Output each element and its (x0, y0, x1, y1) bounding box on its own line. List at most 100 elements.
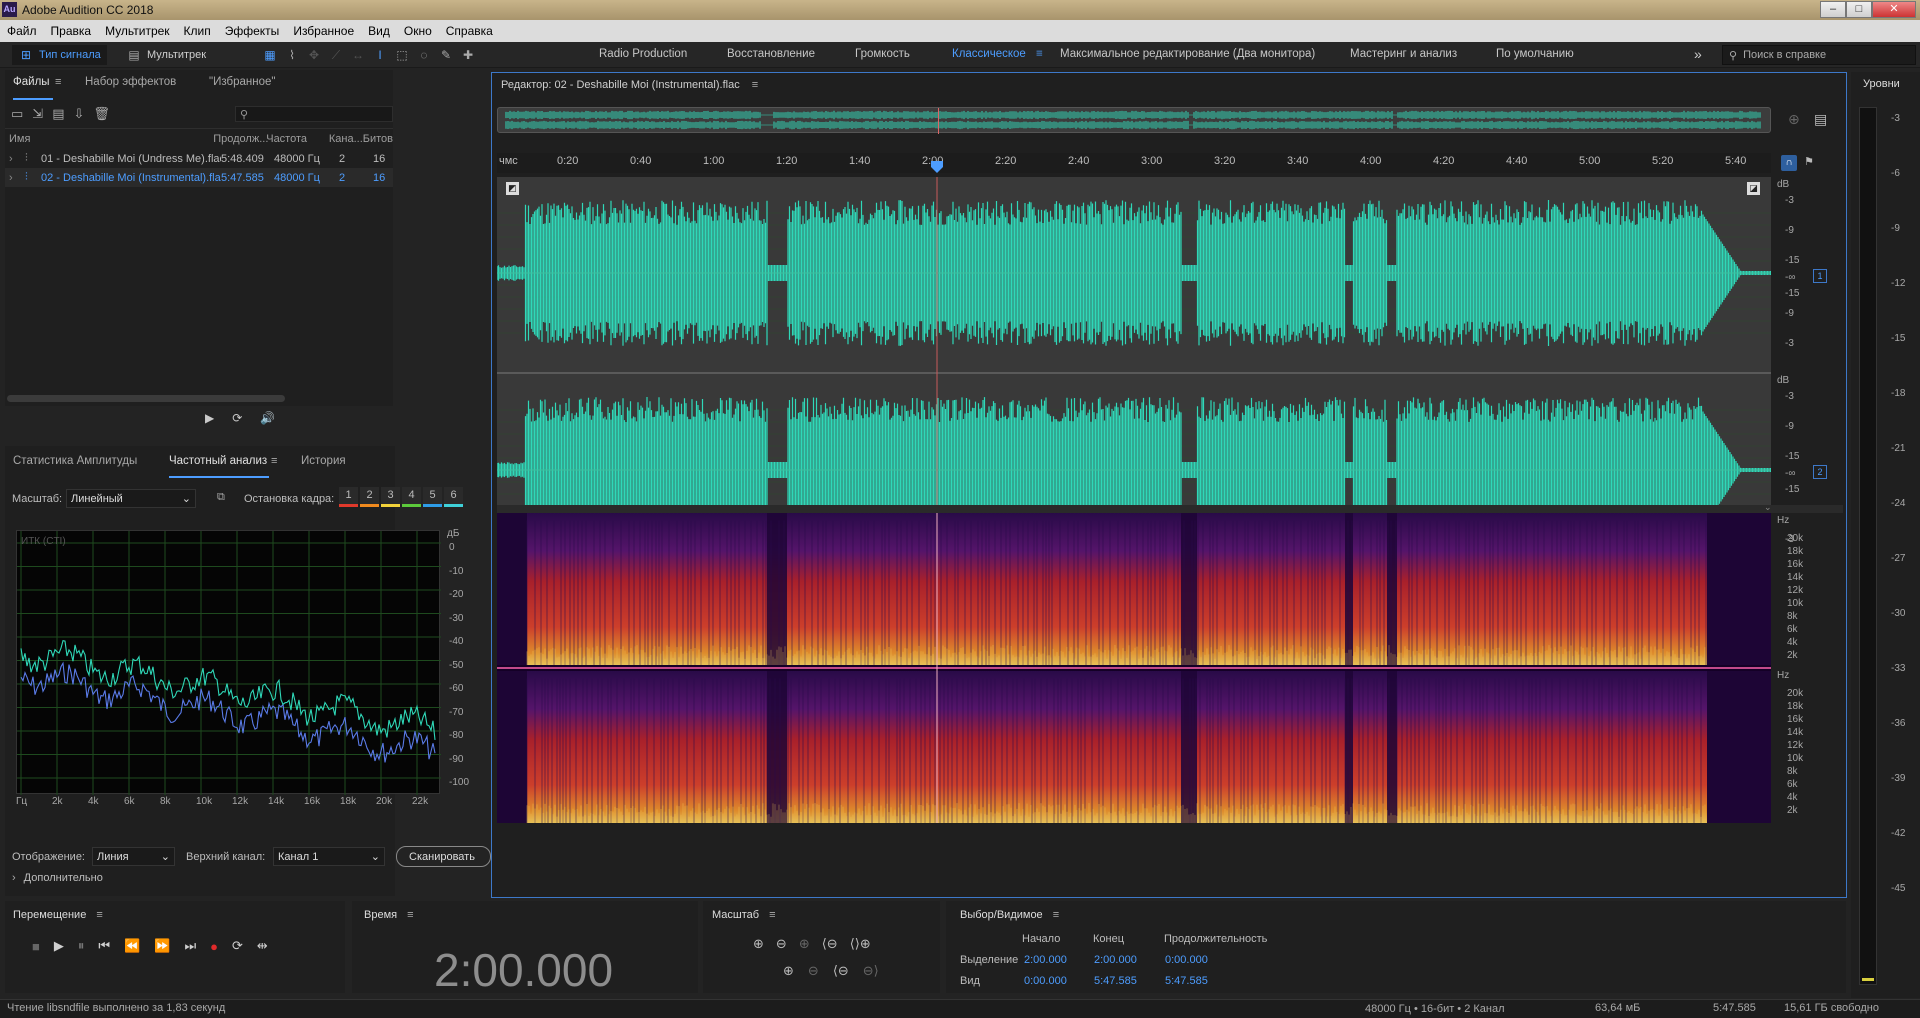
record-icon[interactable]: ● (210, 939, 218, 954)
menu-file[interactable]: Файл (7, 24, 37, 38)
close-icon[interactable]: ✕ (1872, 1, 1916, 18)
skip-selection-icon[interactable]: ⇹ (257, 938, 268, 954)
zoom-in-time-icon[interactable]: ⊕ (799, 936, 810, 952)
menu-help[interactable]: Справка (446, 24, 493, 38)
workspace-restoration[interactable]: Восстановление (727, 48, 855, 60)
col-channels[interactable]: Кана... (329, 133, 363, 145)
tab-files[interactable]: Файлы (13, 76, 55, 88)
lasso-tool-icon[interactable]: ◌ (416, 47, 432, 63)
advanced-toggle[interactable]: › Дополнительно (12, 872, 103, 884)
go-to-end-icon[interactable]: ⏭ (184, 938, 196, 954)
time-menu-icon[interactable]: ≡ (407, 909, 413, 921)
workspace-max-edit[interactable]: Максимальное редактирование (Два монитор… (1060, 48, 1350, 60)
import-file-icon[interactable]: ⇲ (32, 106, 43, 122)
freeze-slot-2[interactable]: 2 (360, 487, 379, 507)
snap-icon[interactable]: ∩ (1781, 155, 1797, 171)
freeze-slot-4[interactable]: 4 (402, 487, 421, 507)
files-panel-menu-icon[interactable]: ≡ (55, 76, 85, 88)
freeze-slot-5[interactable]: 5 (423, 487, 442, 507)
insert-multitrack-icon[interactable]: ⇩ (74, 106, 85, 122)
scale-select[interactable]: Линейный ⌄ (66, 489, 196, 508)
view-start[interactable]: 0:00.000 (1024, 975, 1067, 987)
razor-tool-icon[interactable]: ⟋ (328, 47, 344, 63)
fade-out-handle-icon[interactable]: ◪ (1747, 182, 1760, 195)
menu-edit[interactable]: Правка (51, 24, 92, 38)
zoom-to-end-icon[interactable]: ⊖⟩ (863, 963, 879, 979)
transport-menu-icon[interactable]: ≡ (96, 909, 102, 921)
scan-button[interactable]: Сканировать (396, 846, 491, 867)
zoom-menu-icon[interactable]: ≡ (769, 909, 775, 921)
help-search-box[interactable]: ⚲ Поиск в справке (1722, 45, 1916, 65)
col-duration[interactable]: Продолж... (213, 133, 268, 145)
col-bits[interactable]: Битов (363, 133, 393, 145)
workspace-classic[interactable]: Классическое (952, 48, 1036, 60)
brush-tool-icon[interactable]: ✎ (438, 47, 454, 63)
workspace-mastering[interactable]: Мастеринг и анализ (1350, 48, 1496, 60)
menu-view[interactable]: Вид (368, 24, 390, 38)
waveform-view-button[interactable]: ⊞ Тип сигнала (12, 45, 107, 65)
preview-play-icon[interactable]: ▶ (205, 411, 214, 425)
marker-icon[interactable]: ⚑ (1804, 155, 1814, 168)
pause-icon[interactable]: ⏸ (78, 938, 85, 954)
zoom-out-point-icon[interactable]: ⊖ (808, 963, 819, 979)
zoom-in-point-icon[interactable]: ⊕ (783, 963, 794, 979)
menu-window[interactable]: Окно (404, 24, 432, 38)
zoom-selection-icon[interactable]: ⟨⟩⊕ (850, 936, 871, 952)
expand-chevron-icon[interactable]: › (9, 172, 25, 184)
minimize-icon[interactable]: – (1820, 1, 1846, 18)
tab-effects-presets[interactable]: Набор эффектов (85, 76, 209, 88)
toggle-spectral-icon[interactable]: ▤ (1814, 111, 1827, 128)
more-workspaces-icon[interactable]: » (1694, 46, 1702, 62)
files-scrollbar[interactable] (7, 395, 285, 402)
collapse-icon[interactable]: ⌄ (1764, 502, 1772, 513)
tab-amplitude-stats[interactable]: Статистика Амплитуды (13, 455, 169, 467)
rewind-icon[interactable]: ⏪ (124, 938, 140, 954)
spectrum-graph[interactable]: ИТК (CTI) (16, 530, 441, 795)
zoom-overview-icon[interactable]: ⊕ (1788, 111, 1800, 128)
play-icon[interactable]: ▶ (54, 938, 64, 954)
expand-chevron-icon[interactable]: › (9, 153, 25, 165)
selection-start[interactable]: 2:00.000 (1024, 954, 1067, 966)
files-search-input[interactable]: ⚲ (235, 106, 393, 122)
timeline-ruler[interactable]: чмс 0:200:401:001:201:402:002:202:403:00… (497, 153, 1771, 173)
view-end[interactable]: 5:47.585 (1094, 975, 1137, 987)
channel-toggle[interactable]: 1 (1813, 269, 1827, 283)
autoplay-icon[interactable]: 🔊 (260, 411, 275, 425)
spectral-display[interactable] (497, 513, 1771, 823)
channel-toggle[interactable]: 2 (1813, 465, 1827, 479)
tab-frequency-analysis[interactable]: Частотный анализ (169, 455, 271, 467)
analysis-menu-icon[interactable]: ≡ (271, 455, 301, 467)
menu-multitrack[interactable]: Мультитрек (105, 24, 169, 38)
copy-to-clipboard-icon[interactable]: ⧉ (217, 491, 225, 504)
go-to-start-icon[interactable]: ⏮ (98, 938, 110, 954)
multitrack-view-button[interactable]: ▤ Мультитрек (120, 45, 212, 65)
time-selection-tool-icon[interactable]: I (372, 47, 388, 63)
selection-duration[interactable]: 0:00.000 (1165, 954, 1208, 966)
zoom-out-amplitude-icon[interactable]: ⊖ (776, 936, 787, 952)
help-search-input[interactable]: Поиск в справке (1743, 49, 1826, 61)
editor-menu-icon[interactable]: ≡ (752, 79, 758, 91)
new-file-icon[interactable]: ▤ (52, 106, 64, 122)
fast-forward-icon[interactable]: ⏩ (154, 938, 170, 954)
zoom-to-start-icon[interactable]: ⟨⊖ (833, 963, 849, 979)
view-duration[interactable]: 5:47.585 (1165, 975, 1208, 987)
loop-icon[interactable]: ⟳ (232, 938, 243, 954)
menu-effects[interactable]: Эффекты (225, 24, 280, 38)
file-row[interactable]: › ⫶ 01 - Deshabille Moi (Undress Me).fla… (5, 149, 393, 168)
freeze-slot-6[interactable]: 6 (444, 487, 463, 507)
preview-loop-icon[interactable]: ⟳ (232, 411, 242, 425)
file-row-selected[interactable]: › ⫶ 02 - Deshabille Moi (Instrumental).f… (5, 168, 393, 187)
workspace-loudness[interactable]: Громкость (855, 48, 952, 60)
waveform-display[interactable]: ◩ ◪ (497, 177, 1771, 505)
freeze-slot-3[interactable]: 3 (381, 487, 400, 507)
spectral-pitch-icon[interactable]: ⌇ (284, 47, 300, 63)
selection-menu-icon[interactable]: ≡ (1053, 909, 1059, 921)
stop-icon[interactable]: ■ (32, 939, 40, 954)
panel-splitter[interactable]: ⌄ (497, 502, 1843, 513)
selection-end[interactable]: 2:00.000 (1094, 954, 1137, 966)
spectral-frequency-icon[interactable]: ▦ (262, 47, 278, 63)
top-channel-select[interactable]: Канал 1 ⌄ (273, 847, 385, 866)
workspace-radio-production[interactable]: Radio Production (599, 48, 727, 60)
fade-in-handle-icon[interactable]: ◩ (506, 182, 519, 195)
freeze-slot-1[interactable]: 1 (339, 487, 358, 507)
